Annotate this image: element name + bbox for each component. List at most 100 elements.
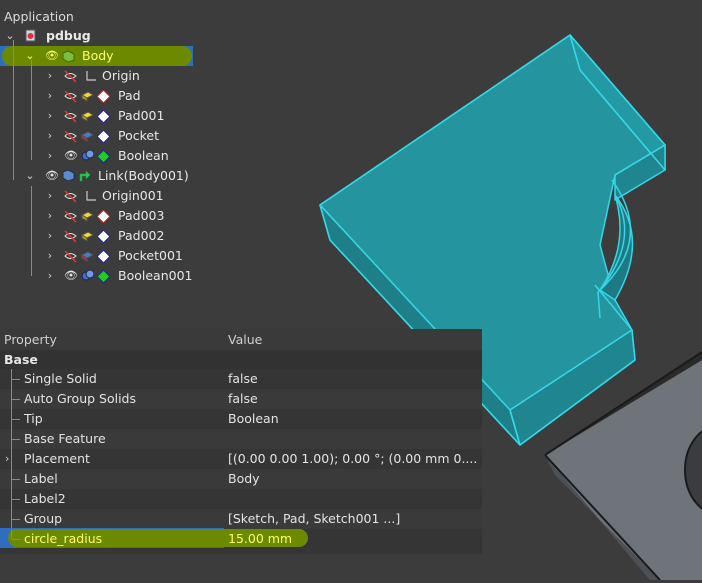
sketch-icon (97, 270, 110, 283)
expand-chevron-icon[interactable]: › (44, 126, 56, 146)
sketch-icon (97, 110, 110, 123)
expand-chevron-icon[interactable]: › (44, 106, 56, 126)
tree-guide (12, 499, 20, 500)
property-key: Group (24, 511, 63, 526)
property-row[interactable]: Label Body (0, 469, 482, 489)
eye-icon[interactable]: 👁 (64, 146, 78, 166)
tree-item-origin001[interactable]: › Origin001 (0, 186, 220, 206)
tree-guide (12, 379, 20, 380)
tree-item-pad002[interactable]: › Pad002 (0, 226, 220, 246)
property-row[interactable]: Single Solid false (0, 369, 482, 389)
collapse-chevron-icon[interactable]: ⌄ (24, 166, 36, 186)
expand-chevron-icon[interactable]: › (44, 146, 56, 166)
sketch-icon (97, 210, 110, 223)
boolean-icon (81, 269, 94, 281)
tree-guide (12, 419, 20, 420)
tree-item-link[interactable]: ⌄ 👁 Link(Body001) (0, 166, 220, 186)
tree-item-pocket001[interactable]: › Pocket001 (0, 246, 220, 266)
property-row[interactable]: Group [Sketch, Pad, Sketch001 ...] (0, 509, 482, 529)
property-group[interactable]: Base (0, 350, 482, 369)
tree-item-label: Boolean (118, 148, 169, 163)
pad-icon (81, 111, 94, 122)
tree-guide (12, 479, 20, 480)
sketch-icon (97, 230, 110, 243)
property-value[interactable]: false (228, 389, 258, 409)
hidden-eye-icon[interactable] (64, 110, 77, 123)
property-row-selected[interactable]: circle_radius 15.00 mm (0, 529, 482, 549)
tree-item-pad003[interactable]: › Pad003 (0, 206, 220, 226)
property-value[interactable]: [(0.00 0.00 1.00); 0.00 °; (0.00 mm 0...… (228, 449, 477, 469)
tree-item-boolean001[interactable]: › 👁 Boolean001 (0, 266, 220, 286)
sketch-icon (97, 90, 110, 103)
document-icon (25, 29, 36, 42)
tree-guide (12, 539, 20, 540)
property-key: circle_radius (24, 531, 103, 546)
hidden-eye-icon[interactable] (64, 70, 77, 83)
expand-chevron-icon[interactable]: › (44, 246, 56, 266)
tree-item-pocket[interactable]: › Pocket (0, 126, 220, 146)
tree-item-pad[interactable]: › Pad (0, 86, 220, 106)
expand-chevron-icon[interactable]: › (44, 186, 56, 206)
hidden-eye-icon[interactable] (64, 230, 77, 243)
property-row[interactable]: Label2 (0, 489, 482, 509)
property-key: Base Feature (24, 431, 106, 446)
eye-icon[interactable]: 👁 (45, 46, 59, 66)
pad-icon (81, 91, 94, 102)
tree-item-body[interactable]: ⌄ 👁 Body (0, 46, 193, 66)
expand-chevron-icon[interactable]: › (44, 66, 56, 86)
tree-item-label: Pad003 (118, 208, 165, 223)
tree-item-boolean[interactable]: › 👁 Boolean (0, 146, 220, 166)
tree-guide (12, 519, 20, 520)
expand-chevron-icon[interactable]: › (44, 266, 56, 286)
property-key: Auto Group Solids (24, 391, 136, 406)
tree-item-document[interactable]: ⌄ pdbug (0, 26, 200, 46)
tree-item-origin[interactable]: › Origin (0, 66, 220, 86)
eye-icon[interactable]: 👁 (64, 266, 78, 286)
tree-item-label: Pad (118, 88, 141, 103)
boolean-icon (81, 149, 94, 161)
property-value[interactable]: Boolean (228, 409, 279, 429)
tree-header: Application (4, 9, 74, 24)
property-row[interactable]: Tip Boolean (0, 409, 482, 429)
tree-item-label: Pad002 (118, 228, 165, 243)
tree-item-pad001[interactable]: › Pad001 (0, 106, 220, 126)
expand-chevron-icon[interactable]: › (44, 206, 56, 226)
property-key: Label2 (24, 491, 66, 506)
property-key: Single Solid (24, 371, 97, 386)
hidden-eye-icon[interactable] (64, 250, 77, 263)
expand-chevron-icon[interactable]: › (44, 86, 56, 106)
column-property[interactable]: Property (4, 332, 57, 347)
tree-item-label: Origin (102, 68, 140, 83)
hidden-eye-icon[interactable] (64, 190, 77, 203)
collapse-chevron-icon[interactable]: ⌄ (24, 46, 36, 66)
expand-chevron-icon[interactable]: › (5, 449, 9, 469)
body-link-icon (62, 169, 75, 182)
pad-icon (81, 211, 94, 222)
tree-guide (11, 449, 12, 469)
property-value[interactable]: Body (228, 469, 260, 489)
sketch-icon (97, 150, 110, 163)
eye-icon[interactable]: 👁 (45, 166, 59, 186)
property-row[interactable]: Base Feature (0, 429, 482, 449)
hidden-eye-icon[interactable] (64, 210, 77, 223)
property-value[interactable]: [Sketch, Pad, Sketch001 ...] (228, 509, 400, 529)
property-row[interactable]: Auto Group Solids false (0, 389, 482, 409)
tree-item-label: Pad001 (118, 108, 165, 123)
pocket-icon (81, 131, 94, 142)
property-row[interactable]: › Placement [(0.00 0.00 1.00); 0.00 °; (… (0, 449, 482, 469)
property-header: Property Value (0, 329, 482, 351)
pocket-icon (81, 251, 94, 262)
property-key: Placement (24, 451, 90, 466)
group-label: Base (4, 352, 38, 367)
tree-item-label: Link(Body001) (98, 168, 189, 183)
column-value[interactable]: Value (228, 332, 262, 347)
hidden-eye-icon[interactable] (64, 130, 77, 143)
property-value[interactable]: 15.00 mm (228, 529, 292, 549)
expand-chevron-icon[interactable]: › (44, 226, 56, 246)
pad-icon (81, 231, 94, 242)
hidden-eye-icon[interactable] (64, 90, 77, 103)
collapse-chevron-icon[interactable]: ⌄ (4, 26, 16, 46)
tree-item-label: pdbug (46, 28, 91, 43)
tree-item-label: Origin001 (102, 188, 164, 203)
property-value[interactable]: false (228, 369, 258, 389)
